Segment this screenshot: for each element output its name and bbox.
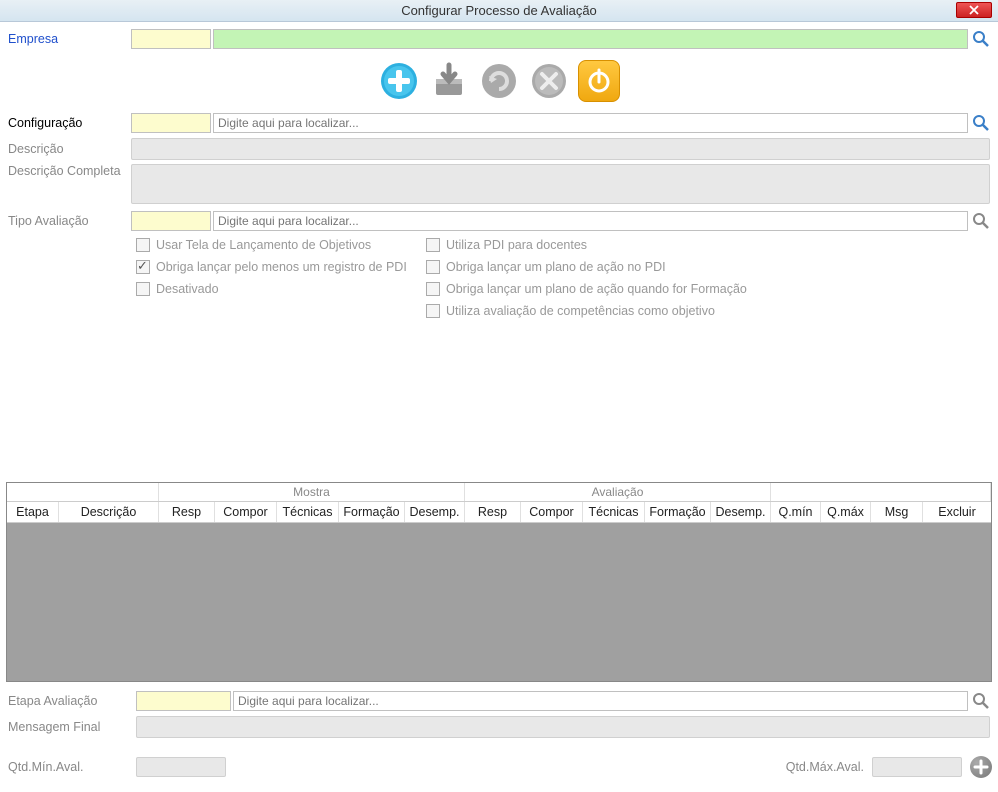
add-row-button[interactable] (970, 756, 992, 778)
close-icon (968, 5, 980, 15)
checkbox-label: Usar Tela de Lançamento de Objetivos (156, 238, 371, 252)
search-icon (972, 114, 990, 132)
tipo-avaliacao-code-input[interactable] (131, 211, 211, 231)
plus-icon (973, 759, 989, 775)
th-formacao2: Formação (645, 502, 711, 522)
qtd-max-field (872, 757, 962, 777)
checkbox-label: Utiliza avaliação de competências como o… (446, 304, 715, 318)
descricao-field (131, 138, 990, 160)
th-descricao: Descrição (59, 502, 159, 522)
mensagem-final-field (136, 716, 990, 738)
th-msg: Msg (871, 502, 923, 522)
checkbox-item-left-2[interactable]: Desativado (136, 282, 426, 296)
checkbox-item-right-1[interactable]: Obriga lançar um plano de ação no PDI (426, 260, 992, 274)
empresa-code-input[interactable] (131, 29, 211, 49)
add-button[interactable] (378, 60, 420, 102)
window-title: Configurar Processo de Avaliação (401, 3, 597, 18)
table-group-avaliacao: Avaliação (465, 483, 771, 501)
checkbox-label: Obriga lançar pelo menos um registro de … (156, 260, 407, 274)
power-icon (584, 66, 614, 96)
search-icon (972, 692, 990, 710)
th-resp: Resp (159, 502, 215, 522)
empresa-search-button[interactable] (970, 29, 992, 49)
configuracao-code-input[interactable] (131, 113, 211, 133)
etapa-avaliacao-search-button[interactable] (970, 691, 992, 711)
save-button[interactable] (428, 60, 470, 102)
label-qtd-max: Qtd.Máx.Aval. (784, 760, 864, 774)
tipo-avaliacao-search-button[interactable] (970, 211, 992, 231)
label-qtd-min: Qtd.Mín.Aval. (6, 760, 136, 774)
checkbox-icon (136, 238, 150, 252)
descricao-completa-field (131, 164, 990, 204)
checkbox-icon (426, 282, 440, 296)
toolbar (6, 54, 992, 112)
table-group-mostra: Mostra (159, 483, 465, 501)
configuracao-search-input[interactable] (213, 113, 968, 133)
empresa-search-input[interactable] (213, 29, 968, 49)
plus-circle-icon (379, 61, 419, 101)
etapa-avaliacao-search-input[interactable] (233, 691, 968, 711)
qtd-min-field (136, 757, 226, 777)
refresh-icon (479, 61, 519, 101)
checkbox-icon (426, 260, 440, 274)
label-mensagem-final: Mensagem Final (6, 720, 136, 734)
th-etapa: Etapa (7, 502, 59, 522)
th-compor2: Compor (521, 502, 583, 522)
th-excluir: Excluir (923, 502, 991, 522)
checkbox-icon (426, 304, 440, 318)
th-resp2: Resp (465, 502, 521, 522)
checkbox-item-right-0[interactable]: Utiliza PDI para docentes (426, 238, 992, 252)
checkbox-icon (136, 260, 150, 274)
close-button[interactable] (956, 2, 992, 18)
etapas-table: Mostra Avaliação Etapa Descrição Resp Co… (6, 482, 992, 682)
search-icon (972, 212, 990, 230)
checkbox-item-right-3[interactable]: Utiliza avaliação de competências como o… (426, 304, 992, 318)
etapa-avaliacao-code-input[interactable] (136, 691, 231, 711)
checkbox-label: Utiliza PDI para docentes (446, 238, 587, 252)
th-formacao: Formação (339, 502, 405, 522)
th-desemp2: Desemp. (711, 502, 771, 522)
label-tipo-avaliacao: Tipo Avaliação (6, 214, 131, 228)
tipo-avaliacao-search-input[interactable] (213, 211, 968, 231)
th-qmax: Q.máx (821, 502, 871, 522)
x-circle-icon (529, 61, 569, 101)
label-configuracao: Configuração (6, 116, 131, 130)
checkbox-label: Desativado (156, 282, 219, 296)
th-tecnicas: Técnicas (277, 502, 339, 522)
checkbox-label: Obriga lançar um plano de ação quando fo… (446, 282, 747, 296)
label-etapa-avaliacao: Etapa Avaliação (6, 694, 136, 708)
checkbox-item-left-0[interactable]: Usar Tela de Lançamento de Objetivos (136, 238, 426, 252)
th-qmin: Q.mín (771, 502, 821, 522)
window-titlebar: Configurar Processo de Avaliação (0, 0, 998, 22)
checkbox-item-right-2[interactable]: Obriga lançar um plano de ação quando fo… (426, 282, 992, 296)
th-tecnicas2: Técnicas (583, 502, 645, 522)
refresh-button[interactable] (478, 60, 520, 102)
label-empresa: Empresa (6, 32, 131, 46)
th-compor: Compor (215, 502, 277, 522)
checkbox-item-left-1[interactable]: Obriga lançar pelo menos um registro de … (136, 260, 426, 274)
power-button[interactable] (578, 60, 620, 102)
checkbox-icon (426, 238, 440, 252)
checkbox-label: Obriga lançar um plano de ação no PDI (446, 260, 666, 274)
checkbox-icon (136, 282, 150, 296)
configuracao-search-button[interactable] (970, 113, 992, 133)
label-descricao-completa: Descrição Completa (6, 164, 131, 178)
label-descricao: Descrição (6, 142, 131, 156)
th-desemp: Desemp. (405, 502, 465, 522)
save-icon (429, 61, 469, 101)
search-icon (972, 30, 990, 48)
delete-button[interactable] (528, 60, 570, 102)
